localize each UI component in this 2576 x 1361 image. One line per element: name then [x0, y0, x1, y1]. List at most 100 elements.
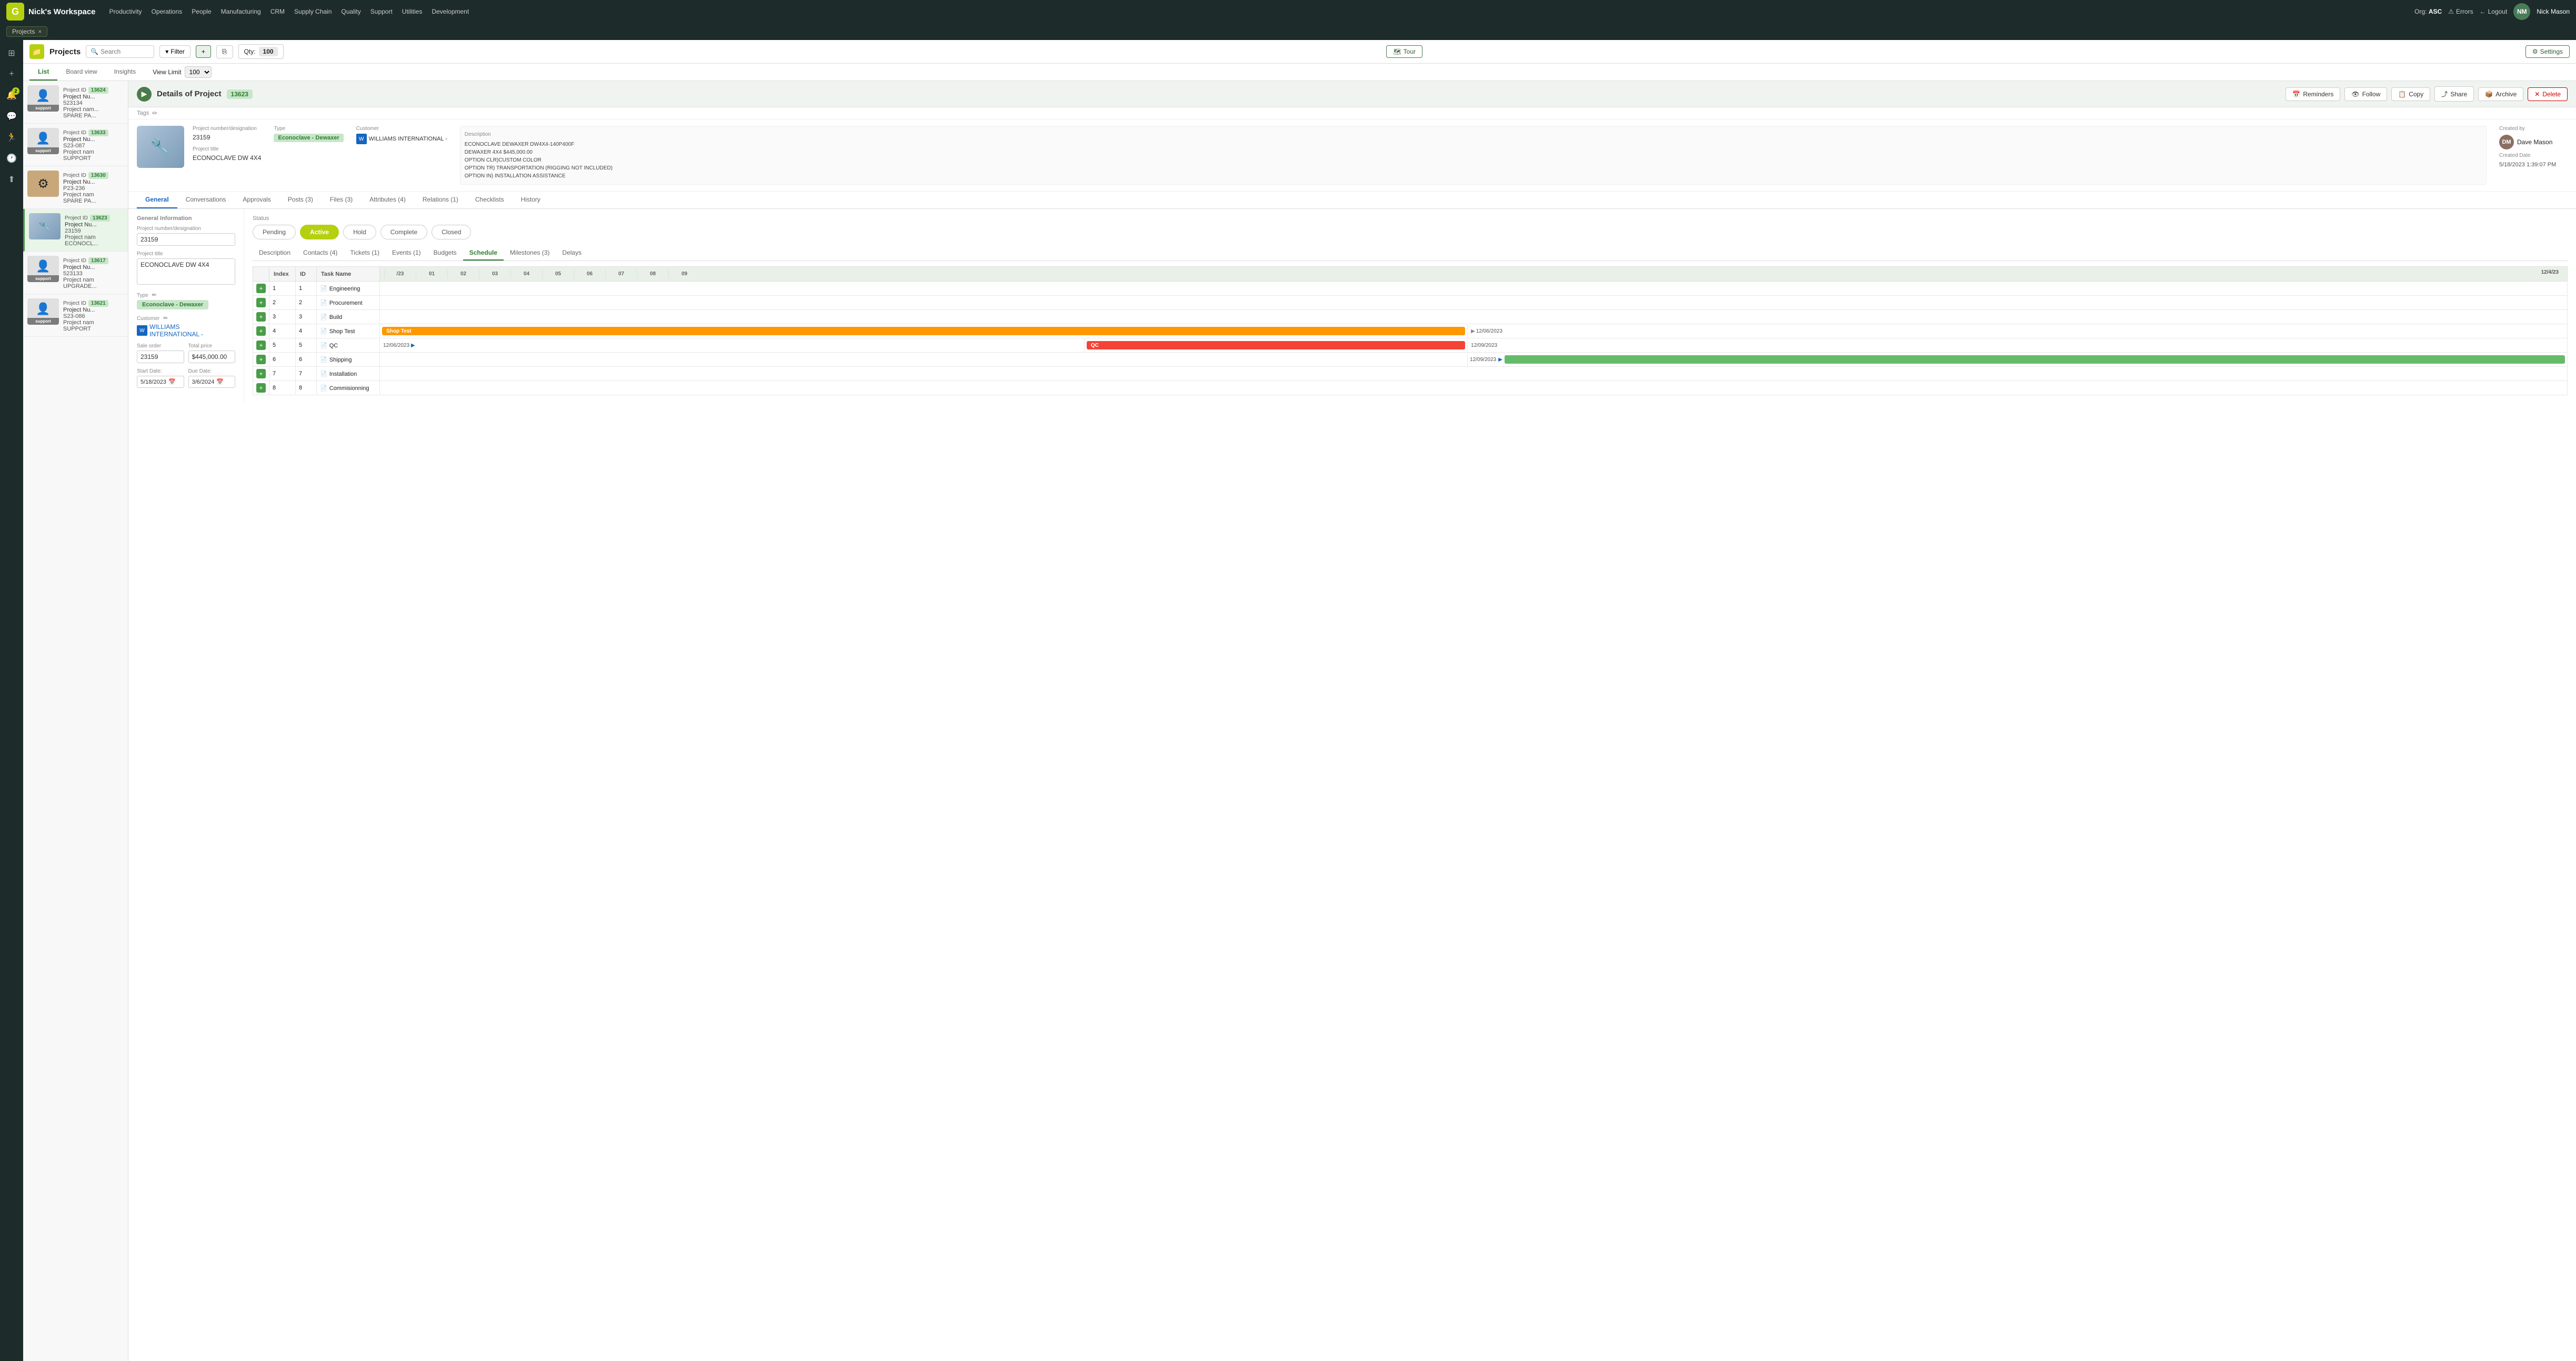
sub-tab-budgets[interactable]: Budgets	[427, 246, 463, 261]
list-item[interactable]: 🔧 Project ID 13623 Project Nu... 23159 P…	[23, 209, 128, 252]
search-box[interactable]: 🔍	[86, 45, 154, 58]
nav-support[interactable]: Support	[370, 8, 393, 15]
detail-tab-posts[interactable]: Posts (3)	[279, 192, 322, 208]
row-task: 📄Shop Test	[317, 324, 380, 338]
top-nav-right: Org: ASC ⚠ Errors ← Logout NM Nick Mason	[2414, 3, 2570, 20]
status-hold[interactable]: Hold	[343, 225, 376, 239]
proj-num-label: Project number/designation	[193, 126, 261, 132]
sidebar-clock-icon[interactable]: 🕐	[3, 149, 21, 167]
edit-tags-icon[interactable]: ✏	[152, 109, 157, 117]
copy-button[interactable]: 📋 Copy	[2391, 87, 2430, 101]
view-limit-select[interactable]: 100 50 200	[185, 66, 212, 78]
project-title-input[interactable]: ECONOCLAVE DW 4X4	[137, 258, 235, 285]
project-number-input[interactable]	[137, 233, 235, 246]
project-id-badge: Project ID 13633	[63, 129, 108, 136]
gantt-col-1: 01	[416, 269, 447, 278]
customer-field-icon: W	[137, 325, 147, 336]
logout-button[interactable]: ← Logout	[2480, 8, 2508, 15]
breadcrumb-projects[interactable]: Projects ×	[6, 26, 47, 37]
app-logo[interactable]: G	[6, 3, 24, 21]
breadcrumb-close-icon[interactable]: ×	[38, 28, 42, 35]
general-info-title: General Information	[137, 215, 235, 222]
task-doc-icon: 📄	[320, 371, 327, 377]
nav-operations[interactable]: Operations	[152, 8, 183, 15]
sub-tab-milestones[interactable]: Milestones (3)	[504, 246, 556, 261]
nav-productivity[interactable]: Productivity	[109, 8, 142, 15]
reminders-button[interactable]: 📅 Reminders	[2286, 87, 2340, 101]
type-badge-editable[interactable]: Econoclave - Dewaxer	[137, 300, 208, 309]
status-complete[interactable]: Complete	[380, 225, 427, 239]
add-row-button[interactable]: +	[256, 326, 266, 336]
sub-tab-schedule[interactable]: Schedule	[463, 246, 504, 261]
nav-manufacturing[interactable]: Manufacturing	[221, 8, 261, 15]
archive-button[interactable]: 📦 Archive	[2478, 87, 2523, 101]
start-date-input[interactable]: 5/18/2023 📅	[137, 376, 184, 388]
add-row-button[interactable]: +	[256, 312, 266, 322]
project-overview: 🔧 Project number/designation 23159 Proje…	[128, 119, 2576, 192]
search-input[interactable]	[101, 48, 149, 55]
nav-crm[interactable]: CRM	[270, 8, 285, 15]
list-item[interactable]: ⚙ Project ID 13630 Project Nu... P23-236…	[23, 166, 128, 209]
add-button[interactable]: +	[196, 45, 211, 58]
errors-button[interactable]: ⚠ Errors	[2448, 8, 2473, 15]
tour-button[interactable]: 🗺 Tour	[1386, 45, 1422, 58]
add-row-button[interactable]: +	[256, 383, 266, 393]
detail-tab-relations[interactable]: Relations (1)	[414, 192, 467, 208]
customer-edit-icon[interactable]: ✏	[163, 315, 168, 322]
project-id-badge: Project ID 13617	[63, 257, 108, 264]
nav-quality[interactable]: Quality	[341, 8, 360, 15]
sub-tab-contacts[interactable]: Contacts (4)	[297, 246, 344, 261]
detail-tab-history[interactable]: History	[513, 192, 549, 208]
start-date-label: Start Date:	[137, 368, 184, 374]
add-row-button[interactable]: +	[256, 369, 266, 378]
list-item[interactable]: 👤 support Project ID 13624 Project Nu...…	[23, 81, 128, 124]
add-row-button[interactable]: +	[256, 284, 266, 293]
detail-tab-general[interactable]: General	[137, 192, 177, 208]
follow-button[interactable]: 👁 Follow	[2344, 87, 2387, 101]
list-item[interactable]: 👤 support Project ID 13633 Project Nu...…	[23, 124, 128, 166]
total-price-input[interactable]	[188, 351, 236, 363]
detail-tab-attributes[interactable]: Attributes (4)	[361, 192, 414, 208]
detail-tab-files[interactable]: Files (3)	[322, 192, 361, 208]
list-item[interactable]: 👤 support Project ID 13621 Project Nu...…	[23, 294, 128, 337]
sale-order-input[interactable]	[137, 351, 184, 363]
list-item[interactable]: 👤 support Project ID 13617 Project Nu...…	[23, 252, 128, 294]
type-edit-icon[interactable]: ✏	[152, 292, 156, 298]
settings-button[interactable]: ⚙ Settings	[2525, 45, 2570, 58]
status-pending[interactable]: Pending	[253, 225, 296, 239]
sidebar-upload-icon[interactable]: ⬆	[3, 171, 21, 188]
filter-button[interactable]: ▾ Filter	[159, 45, 191, 58]
detail-tab-conversations[interactable]: Conversations	[177, 192, 235, 208]
status-active[interactable]: Active	[300, 225, 339, 239]
sidebar-bell-icon[interactable]: 🔔 2	[3, 86, 21, 104]
copy-records-button[interactable]: ⎘	[216, 45, 233, 58]
status-closed[interactable]: Closed	[432, 225, 471, 239]
nav-people[interactable]: People	[192, 8, 211, 15]
add-row-button[interactable]: +	[256, 355, 266, 364]
nav-development[interactable]: Development	[432, 8, 469, 15]
icon-sidebar: ⊞ + 🔔 2 💬 🏃 🕐 ⬆	[0, 40, 23, 1361]
detail-tab-approvals[interactable]: Approvals	[234, 192, 279, 208]
sub-tab-events[interactable]: Events (1)	[386, 246, 427, 261]
share-button[interactable]: ⤴ Share	[2434, 86, 2474, 102]
add-row-button[interactable]: +	[256, 298, 266, 307]
sub-tab-delays[interactable]: Delays	[556, 246, 588, 261]
sidebar-grid-icon[interactable]: ⊞	[3, 44, 21, 62]
detail-tab-checklists[interactable]: Checklists	[467, 192, 513, 208]
nav-supply-chain[interactable]: Supply Chain	[294, 8, 332, 15]
sidebar-chat-icon[interactable]: 💬	[3, 107, 21, 125]
sub-tab-description[interactable]: Description	[253, 246, 297, 261]
tab-list[interactable]: List	[29, 64, 57, 81]
tab-board[interactable]: Board view	[57, 64, 105, 81]
due-date-input[interactable]: 3/6/2024 📅	[188, 376, 236, 388]
sub-tab-tickets[interactable]: Tickets (1)	[344, 246, 386, 261]
detail-nav-button[interactable]: ▶	[137, 87, 152, 102]
add-row-button[interactable]: +	[256, 341, 266, 350]
nav-utilities[interactable]: Utilities	[402, 8, 423, 15]
delete-button[interactable]: ✕ Delete	[2528, 87, 2568, 101]
tab-insights[interactable]: Insights	[106, 64, 144, 81]
sidebar-plus-icon[interactable]: +	[3, 65, 21, 83]
split-pane: 👤 support Project ID 13624 Project Nu...…	[23, 81, 2576, 1361]
status-section: Status Pending Active Hold Complete Clos…	[253, 215, 2568, 239]
sidebar-person-icon[interactable]: 🏃	[3, 128, 21, 146]
